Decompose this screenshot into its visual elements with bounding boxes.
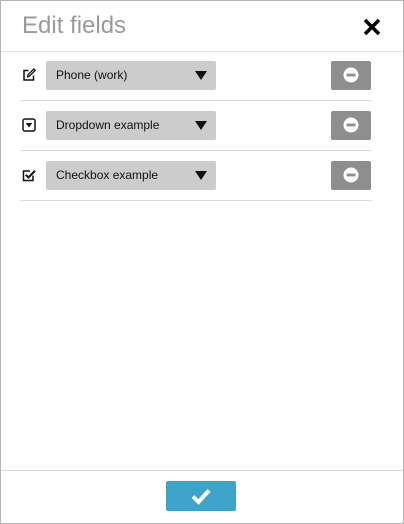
- dropdown-icon: [22, 118, 36, 132]
- minus-circle-icon: [343, 117, 359, 133]
- field-type-select[interactable]: Phone (work): [46, 61, 216, 90]
- remove-field-button[interactable]: [331, 161, 371, 190]
- field-type-select[interactable]: Dropdown example: [46, 111, 216, 140]
- field-row: Phone (work): [20, 51, 372, 101]
- confirm-button[interactable]: [166, 481, 236, 511]
- close-icon: [363, 18, 381, 36]
- field-type-select-value: Checkbox example: [56, 168, 159, 182]
- chevron-down-icon: [195, 121, 207, 130]
- chevron-down-icon: [195, 171, 207, 180]
- field-list: Phone (work) Dropdown example Checkbox e…: [20, 51, 372, 201]
- chevron-down-icon: [195, 71, 207, 80]
- minus-circle-icon: [343, 67, 359, 83]
- field-row: Checkbox example: [20, 151, 372, 201]
- remove-field-button[interactable]: [331, 111, 371, 140]
- minus-circle-icon: [343, 167, 359, 183]
- check-icon: [191, 489, 211, 505]
- edit-fields-dialog: Edit fields Phone (work) Dropdown exampl…: [0, 0, 404, 524]
- remove-field-button[interactable]: [331, 61, 371, 90]
- dialog-title: Edit fields: [22, 12, 127, 39]
- field-type-select-value: Phone (work): [56, 68, 128, 82]
- checkbox-icon: [22, 170, 36, 182]
- dialog-footer: [1, 470, 403, 524]
- close-button[interactable]: [361, 16, 383, 38]
- dialog-header: Edit fields: [1, 1, 403, 52]
- field-type-select-value: Dropdown example: [56, 118, 160, 132]
- edit-icon: [23, 68, 36, 81]
- field-type-select[interactable]: Checkbox example: [46, 161, 216, 190]
- field-row: Dropdown example: [20, 101, 372, 151]
